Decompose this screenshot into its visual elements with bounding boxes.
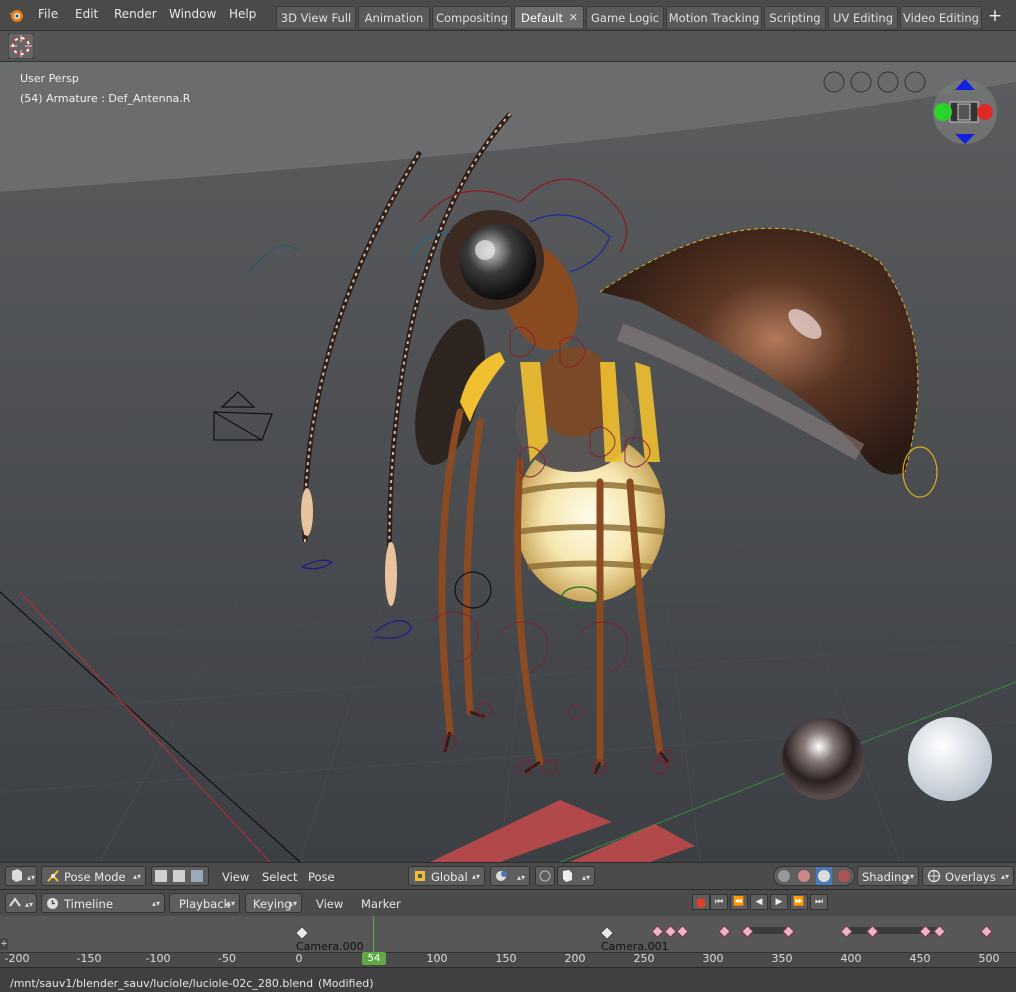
svg-text:▴▾: ▴▾ [25,900,33,909]
menu-help[interactable]: Help [229,7,256,21]
active-object-label: (54) Armature : Def_Antenna.R [20,92,191,105]
scene-render [0,62,1016,862]
tick-label: 150 [495,952,517,965]
play-icon[interactable]: ▶ [770,894,788,910]
pan-view-icon[interactable] [880,72,900,92]
svg-text:▴▾: ▴▾ [582,873,590,882]
3d-viewport[interactable]: User Persp (54) Armature : Def_Antenna.R [0,62,1016,862]
menu-view[interactable]: View [222,870,249,884]
camera-view-icon[interactable] [853,72,873,92]
tab-close-icon[interactable]: ✕ [569,7,578,29]
editor-type-3d-icon[interactable]: ▴▾ [5,866,37,886]
tick-label: 500 [978,952,1000,965]
jump-end-icon[interactable]: ⏭ [810,894,828,910]
tab-animation[interactable]: Animation [358,6,430,28]
wireframe-shading-icon [778,870,790,882]
view-name-label: User Persp [20,72,79,85]
modified-status: (Modified) [318,977,374,990]
3d-cursor-tool-icon[interactable] [8,33,34,59]
tab-3d-view-full[interactable]: 3D View Full [276,6,356,28]
tick-label: -50 [218,952,236,965]
timeline-header: ▴▾ Timeline ▴▾ Playback ▴▾ Keying ▴▾ Vie… [0,889,1016,916]
menu-window[interactable]: Window [169,7,216,21]
current-frame-line[interactable] [373,916,374,954]
tab-default[interactable]: Default ✕ [514,6,584,28]
tab-default-label: Default [521,11,564,25]
rendered-shading-icon [838,870,850,882]
tab-video-editing[interactable]: Video Editing [900,6,982,28]
tick-label: -200 [4,952,30,965]
jump-keyframe-back-icon[interactable]: ⏪ [730,894,748,910]
tick-label: 200 [564,952,586,965]
keying-dropdown[interactable]: Keying ▴▾ [245,893,302,913]
tab-motion-tracking[interactable]: Motion Tracking [666,6,762,28]
tab-game-logic[interactable]: Game Logic [586,6,664,28]
tick-label: 350 [771,952,793,965]
editor-type-timeline-icon[interactable]: ▴▾ [5,893,37,913]
pose-copy-paste-icons[interactable] [151,866,209,886]
tick-label: 300 [702,952,724,965]
orientation-label: Global [431,870,468,884]
menu-render[interactable]: Render [114,7,157,21]
record-icon[interactable]: ● [692,894,710,910]
svg-text:▴▾: ▴▾ [517,873,525,882]
menu-file[interactable]: File [38,7,58,21]
timeline-editor-dropdown[interactable]: Timeline ▴▾ [41,893,165,913]
tab-uv-editing[interactable]: UV Editing [828,6,898,28]
3d-view-header: ▴▾ Pose Mode ▴▾ View Select Pose Global … [0,862,1016,889]
menu-pose[interactable]: Pose [308,870,335,884]
material-shading-icon [818,870,830,882]
timeline-menu-marker[interactable]: Marker [361,897,401,911]
transform-orientation-dropdown[interactable]: Global ▴▾ [408,866,485,886]
jump-keyframe-forward-icon[interactable]: ⏩ [790,894,808,910]
playback-label: Playback [179,897,231,911]
timeline-menu-view[interactable]: View [316,897,343,911]
top-menubar: File Edit Render Window Help 3D View Ful… [0,0,1016,31]
mode-dropdown[interactable]: Pose Mode ▴▾ [41,866,146,886]
keying-label: Keying [253,897,292,911]
proportional-edit-icon[interactable]: ▴▾ [557,866,595,886]
timeline-editor-label: Timeline [64,897,113,911]
user-perspective-icon[interactable] [826,72,846,92]
shading-dropdown[interactable]: Shading ▴▾ [857,866,919,886]
tick-label: 400 [840,952,862,965]
overlays-dropdown[interactable]: Overlays ▴▾ [922,866,1014,886]
blender-logo-icon[interactable] [8,7,24,23]
file-path: /mnt/sauv1/blender_sauv/luciole/luciole-… [10,977,314,990]
zoom-view-icon[interactable] [907,72,927,92]
pivot-point-icon[interactable]: ▴▾ [490,866,530,886]
menu-edit[interactable]: Edit [75,7,98,21]
tool-header [0,31,1016,62]
tick-label: 250 [633,952,655,965]
add-workspace-icon[interactable]: + [985,6,1005,28]
snap-icon[interactable] [535,866,555,886]
overlays-icon [927,869,941,883]
tick-label: -150 [76,952,102,965]
tick-label: -100 [145,952,171,965]
status-bar: /mnt/sauv1/blender_sauv/luciole/luciole-… [0,967,1016,992]
mode-label: Pose Mode [64,870,126,884]
pose-mode-icon [47,870,59,882]
tab-scripting[interactable]: Scripting [764,6,826,28]
shading-label: Shading [862,870,909,884]
tab-compositing[interactable]: Compositing [432,6,512,28]
shading-mode-toggles[interactable] [773,866,855,886]
clock-icon [47,898,58,909]
svg-text:▴▾: ▴▾ [27,873,35,882]
menu-select[interactable]: Select [262,870,297,884]
playback-dropdown[interactable]: Playback ▴▾ [169,893,240,913]
jump-start-icon[interactable]: ⏮ [710,894,728,910]
tick-label: 450 [909,952,931,965]
overlays-label: Overlays [945,870,996,884]
tick-label: 100 [426,952,448,965]
play-reverse-icon[interactable]: ◀ [750,894,768,910]
solid-shading-icon [798,870,810,882]
timeline-expand-icon[interactable]: + [0,938,8,950]
orientation-icon [415,871,425,881]
current-frame-indicator[interactable]: 54 [362,952,386,965]
tick-label: 0 [295,952,303,965]
